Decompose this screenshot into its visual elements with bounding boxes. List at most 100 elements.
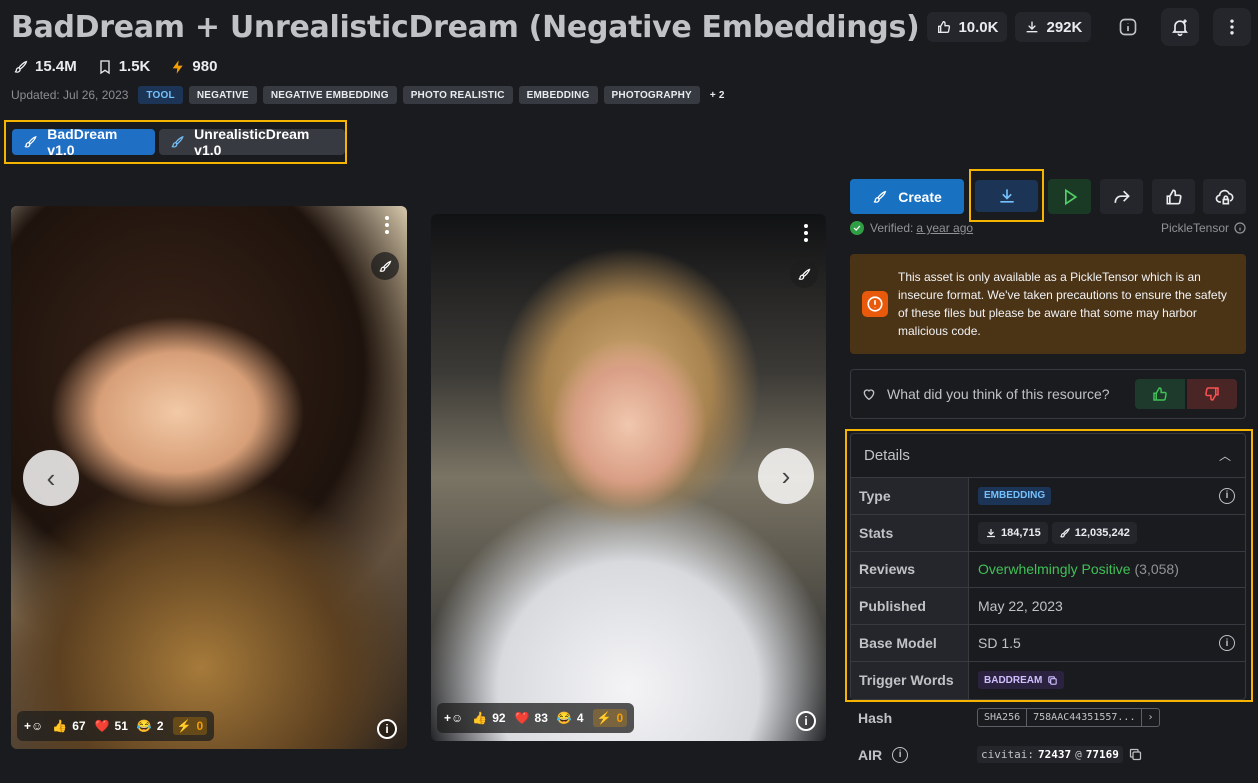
notify-button[interactable] bbox=[1161, 8, 1199, 46]
more-vertical-icon bbox=[1230, 19, 1234, 35]
copy-icon bbox=[1048, 676, 1058, 685]
tag-negative-embedding[interactable]: NEGATIVE EMBEDDING bbox=[262, 86, 397, 104]
copy-icon[interactable] bbox=[1128, 747, 1143, 762]
like-reaction-count: 67 bbox=[72, 719, 86, 733]
card-menu-button[interactable] bbox=[800, 224, 812, 242]
brush-icon bbox=[379, 260, 391, 272]
chevron-right-icon[interactable]: › bbox=[1142, 709, 1158, 726]
reviews-sentiment[interactable]: Overwhelmingly Positive bbox=[978, 561, 1131, 577]
base-model-label: Base Model bbox=[851, 625, 969, 661]
brush-icon bbox=[798, 268, 810, 280]
details-row-air: AIR i civitai: 72437 @ 77169 bbox=[850, 736, 1246, 773]
tag-embedding[interactable]: EMBEDDING bbox=[518, 86, 598, 104]
stats-generations-value: 12,035,242 bbox=[1074, 526, 1130, 539]
info-icon[interactable]: i bbox=[1219, 635, 1235, 652]
heart-reaction[interactable]: ❤️ 83 bbox=[515, 711, 548, 725]
thumbs-down-icon bbox=[1205, 387, 1219, 401]
like-button[interactable] bbox=[1152, 179, 1195, 214]
air-version-id: 77169 bbox=[1085, 748, 1119, 761]
laugh-reaction[interactable]: 😂 2 bbox=[137, 719, 164, 733]
hash-value-group[interactable]: SHA256 758AAC44351557... › bbox=[977, 708, 1160, 727]
tag-negative[interactable]: NEGATIVE bbox=[188, 86, 257, 104]
tag-photo-realistic[interactable]: PHOTO REALISTIC bbox=[402, 86, 513, 104]
like-reaction[interactable]: 👍 92 bbox=[472, 711, 505, 725]
chevron-up-icon[interactable]: ︿ bbox=[1219, 447, 1231, 464]
thumbs-up-icon bbox=[1153, 387, 1167, 401]
review-buttons bbox=[1135, 379, 1237, 409]
card-menu-button[interactable] bbox=[381, 216, 393, 234]
brush-icon bbox=[873, 190, 887, 203]
tags-row: Updated: Jul 26, 2023 TOOL NEGATIVE NEGA… bbox=[11, 86, 729, 104]
heart-reaction-count: 83 bbox=[534, 711, 548, 725]
hash-value[interactable]: 758AAC44351557... bbox=[1027, 709, 1143, 726]
verified-time-link[interactable]: a year ago bbox=[916, 221, 973, 235]
tag-more[interactable]: + 2 bbox=[706, 86, 729, 104]
trigger-word-badge[interactable]: BADDREAM bbox=[978, 671, 1065, 690]
run-button[interactable] bbox=[1048, 179, 1091, 214]
air-identifier[interactable]: civitai: 72437 @ 77169 bbox=[977, 746, 1123, 763]
pickle-warning-alert: This asset is only available as a Pickle… bbox=[850, 254, 1246, 354]
type-badge[interactable]: EMBEDDING bbox=[978, 486, 1052, 505]
add-reaction-button[interactable]: +☺ bbox=[24, 719, 43, 733]
verified-row: Verified: a year ago PickleTensor bbox=[850, 221, 1246, 235]
like-reaction[interactable]: 👍 67 bbox=[52, 719, 85, 733]
download-button[interactable] bbox=[975, 180, 1038, 212]
carousel-prev-button[interactable]: ‹ bbox=[23, 450, 79, 506]
details-row-stats: Stats 184,715 12,035,242 bbox=[851, 514, 1245, 552]
version-tab-baddream[interactable]: BadDream v1.0 bbox=[12, 126, 155, 158]
create-label: Create bbox=[898, 188, 942, 205]
stats-downloads-value: 184,715 bbox=[1001, 526, 1041, 539]
info-icon[interactable]: i bbox=[892, 746, 909, 763]
buzz-reaction[interactable]: ⚡ 0 bbox=[592, 709, 628, 727]
brush-icon bbox=[14, 60, 28, 73]
buzz-reaction[interactable]: ⚡ 0 bbox=[172, 717, 208, 735]
action-row: Create bbox=[850, 169, 1250, 223]
remix-button[interactable] bbox=[371, 252, 399, 280]
review-prompt: What did you think of this resource? bbox=[850, 369, 1246, 419]
download-icon bbox=[987, 528, 995, 537]
buzz-count: 980 bbox=[192, 58, 218, 75]
reviews-label: Reviews bbox=[851, 551, 969, 588]
gallery-image-card[interactable]: ‹ +☺ 👍 67 ❤️ 51 😂 2 ⚡ 0 i bbox=[11, 206, 407, 749]
laugh-reaction[interactable]: 😂 4 bbox=[557, 711, 584, 725]
heart-icon bbox=[863, 389, 875, 401]
remix-button[interactable] bbox=[790, 260, 818, 288]
like-count-badge[interactable]: 10.0K bbox=[927, 12, 1008, 42]
version-selector: BadDream v1.0 UnrealisticDream v1.0 bbox=[4, 120, 347, 164]
details-title: Details bbox=[864, 447, 910, 464]
details-row-type: Type EMBEDDING i bbox=[851, 478, 1245, 515]
image-info-button[interactable]: i bbox=[377, 719, 397, 739]
image-info-button[interactable]: i bbox=[796, 711, 816, 731]
review-down-button[interactable] bbox=[1187, 379, 1237, 409]
stats-generations: 12,035,242 bbox=[1051, 521, 1137, 544]
review-up-button[interactable] bbox=[1135, 379, 1185, 409]
info-button[interactable] bbox=[1109, 8, 1147, 46]
hash-type[interactable]: SHA256 bbox=[978, 709, 1028, 726]
laugh-reaction-count: 2 bbox=[156, 719, 164, 733]
brush-icon bbox=[171, 136, 184, 148]
details-header[interactable]: Details ︿ bbox=[851, 434, 1245, 478]
base-model-value: SD 1.5 bbox=[978, 635, 1021, 652]
more-menu-button[interactable] bbox=[1213, 8, 1251, 46]
play-icon bbox=[1064, 188, 1077, 205]
heart-reaction[interactable]: ❤️ 51 bbox=[95, 719, 128, 733]
title-row: BadDream + UnrealisticDream (Negative Em… bbox=[11, 6, 1251, 48]
tag-photography[interactable]: PHOTOGRAPHY bbox=[603, 86, 700, 104]
thumbs-up-icon bbox=[1166, 188, 1182, 204]
buzz-reaction-count: 0 bbox=[196, 719, 204, 733]
top-actions bbox=[1109, 8, 1251, 46]
info-icon[interactable]: i bbox=[1219, 487, 1235, 504]
version-tab-unrealisticdream[interactable]: UnrealisticDream v1.0 bbox=[158, 126, 345, 158]
tag-tool[interactable]: TOOL bbox=[138, 86, 183, 104]
cloud-lock-button[interactable] bbox=[1203, 179, 1246, 214]
info-icon[interactable] bbox=[1234, 222, 1246, 234]
download-count-badge[interactable]: 292K bbox=[1015, 12, 1092, 42]
share-button[interactable] bbox=[1100, 179, 1143, 214]
bookmark-icon bbox=[100, 59, 110, 74]
create-button[interactable]: Create bbox=[850, 179, 964, 214]
published-label: Published bbox=[851, 588, 969, 625]
bell-plus-icon bbox=[1172, 19, 1188, 37]
add-reaction-button[interactable]: +☺ bbox=[444, 711, 463, 725]
carousel-next-button[interactable]: › bbox=[758, 448, 814, 504]
gallery-image-card[interactable]: › +☺ 👍 92 ❤️ 83 😂 4 ⚡ 0 i bbox=[431, 214, 826, 741]
